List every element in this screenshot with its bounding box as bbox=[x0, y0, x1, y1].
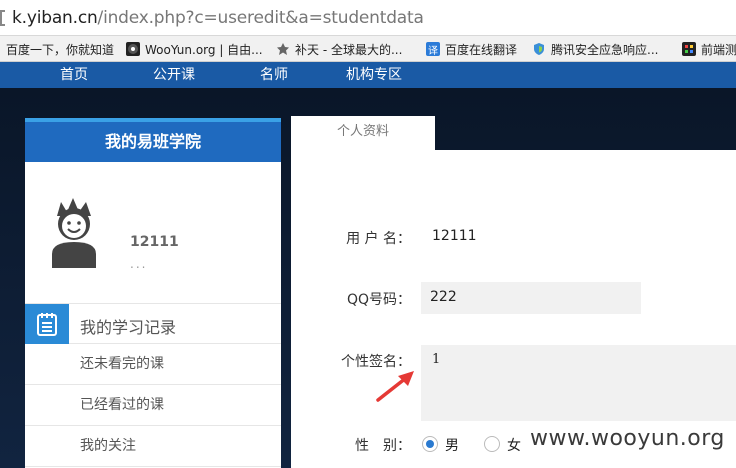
butian-icon bbox=[276, 42, 290, 56]
nav-public-courses[interactable]: 公开课 bbox=[153, 64, 195, 84]
bookmark-label: 补天 - 全球最大的... bbox=[295, 42, 403, 57]
bookmark-label: 百度在线翻译 bbox=[445, 42, 518, 57]
signature-textarea[interactable]: 1 bbox=[421, 345, 736, 421]
gender-male-label: 男 bbox=[445, 438, 459, 454]
username-subtext: ... bbox=[130, 257, 148, 271]
bookmark-label: 前端测 bbox=[701, 42, 736, 57]
bookmark-translate[interactable]: 译 百度在线翻译 bbox=[426, 40, 517, 58]
url-text[interactable]: k.yiban.cn/index.php?c=useredit&a=studen… bbox=[12, 8, 424, 28]
gender-female-label: 女 bbox=[507, 438, 521, 454]
sidebar-item-following[interactable]: 我的关注 bbox=[25, 426, 281, 467]
signature-value: 1 bbox=[432, 352, 441, 367]
learning-record-header[interactable]: 我的学习记录 bbox=[25, 304, 281, 344]
wooyun-icon bbox=[126, 42, 140, 56]
address-bar[interactable]: k.yiban.cn/index.php?c=useredit&a=studen… bbox=[0, 0, 736, 36]
qq-field-label: QQ号码： bbox=[346, 292, 411, 308]
gender-field-label: 性 别： bbox=[355, 438, 411, 454]
profile-form: 用 户 名： 12111 222 QQ号码： 个性签名： 1 性 别： 男 女 bbox=[291, 150, 736, 468]
bookmark-tencent[interactable]: 腾讯安全应急响应... bbox=[532, 40, 658, 58]
bookmark-frontend[interactable]: 前端测 bbox=[682, 40, 736, 58]
url-path: /index.php?c=useredit&a=studentdata bbox=[97, 8, 424, 28]
address-bar-edge bbox=[0, 10, 5, 26]
bookmark-wooyun[interactable]: WooYun.org | 自由... bbox=[126, 40, 263, 58]
nav-teachers[interactable]: 名师 bbox=[260, 64, 288, 84]
qq-value: 222 bbox=[430, 289, 457, 305]
tencent-shield-icon bbox=[532, 42, 546, 56]
bookmarks-bar: 百度一下，你就知道 WooYun.org | 自由... 补天 - 全球最大的.… bbox=[0, 36, 736, 62]
qq-input[interactable]: 222 bbox=[421, 282, 641, 314]
annotation-arrow-icon bbox=[374, 368, 418, 408]
username-field-label: 用 户 名： bbox=[346, 231, 411, 247]
tab-profile[interactable]: 个人资料 bbox=[291, 116, 435, 150]
bookmark-label: WooYun.org | 自由... bbox=[145, 42, 263, 57]
sidebar-item-watched[interactable]: 已经看过的课 bbox=[25, 385, 281, 426]
translate-icon: 译 bbox=[426, 42, 440, 57]
nav-institutions[interactable]: 机构专区 bbox=[346, 64, 402, 84]
gender-male-radio[interactable] bbox=[422, 436, 438, 452]
watermark-text: www.wooyun.org bbox=[530, 426, 725, 451]
sidebar-title: 我的易班学院 bbox=[25, 118, 281, 162]
profile-card: 12111 ... bbox=[25, 162, 281, 304]
gender-female-radio[interactable] bbox=[484, 436, 500, 452]
bookmark-label: 百度一下，你就知道 bbox=[6, 42, 115, 57]
url-host: k.yiban.cn bbox=[12, 8, 98, 28]
sidebar-panel: 我的易班学院 12111 ... 我的学习记录 还未看完的课 已经看过的课 我的… bbox=[25, 118, 281, 468]
notebook-icon bbox=[25, 304, 69, 344]
bookmark-label: 腾讯安全应急响应... bbox=[551, 42, 659, 57]
site-nav: 首页 公开课 名师 机构专区 bbox=[0, 62, 736, 88]
sidebar-item-unfinished[interactable]: 还未看完的课 bbox=[25, 344, 281, 385]
username-value: 12111 bbox=[432, 228, 477, 244]
bookmark-icon bbox=[682, 42, 696, 56]
bookmark-baidu[interactable]: 百度一下，你就知道 bbox=[6, 40, 114, 58]
bookmark-butian[interactable]: 补天 - 全球最大的... bbox=[276, 40, 402, 58]
username-label: 12111 bbox=[130, 234, 179, 250]
learning-record-title: 我的学习记录 bbox=[80, 318, 177, 337]
avatar[interactable] bbox=[49, 196, 99, 268]
nav-home[interactable]: 首页 bbox=[60, 64, 88, 84]
